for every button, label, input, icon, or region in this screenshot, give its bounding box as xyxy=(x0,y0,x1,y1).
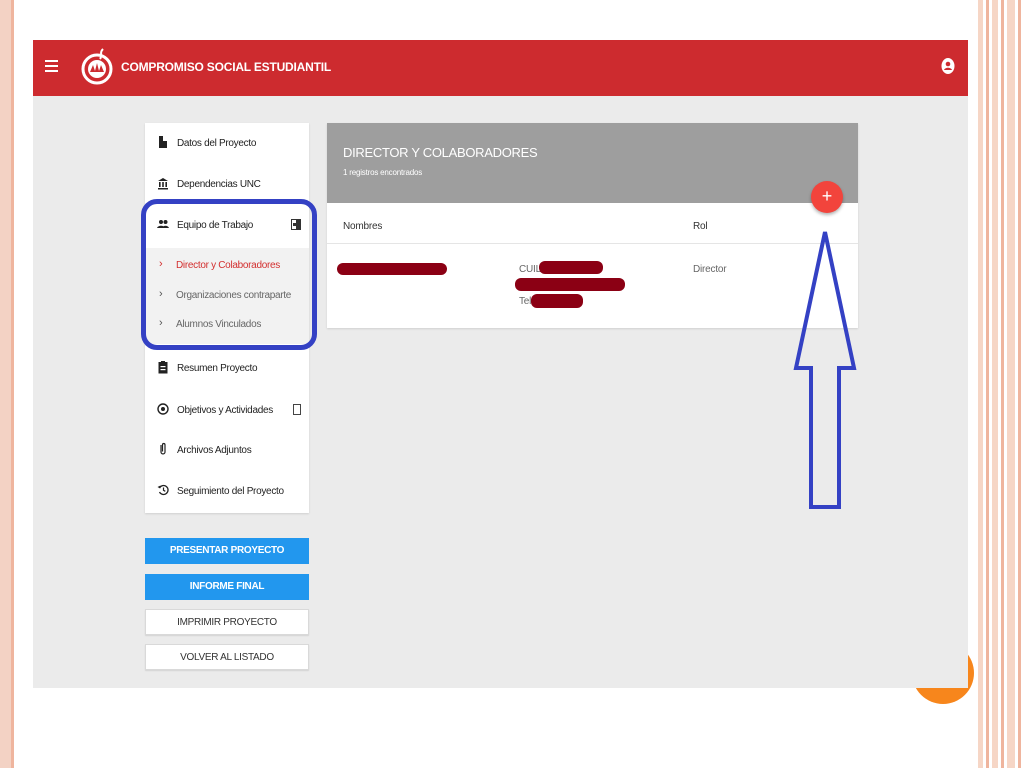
imprimir-proyecto-button[interactable]: IMPRIMIR PROYECTO xyxy=(145,609,309,635)
records-count: 1 registros encontrados xyxy=(343,168,423,177)
sidebar-item-label: Dependencias UNC xyxy=(177,179,261,190)
document-icon xyxy=(159,136,167,148)
chevron-right-icon: › xyxy=(159,258,163,270)
redacted-cuil xyxy=(539,261,603,274)
history-icon xyxy=(157,484,169,496)
sidebar-item-label: Seguimiento del Proyecto xyxy=(177,486,284,497)
paperclip-icon xyxy=(160,442,166,455)
sidebar-item-label: Objetivos y Actividades xyxy=(177,405,273,416)
header-divider xyxy=(327,243,858,244)
app-title: COMPROMISO SOCIAL ESTUDIANTIL xyxy=(121,60,331,74)
sidebar-item-datos-proyecto[interactable]: Datos del Proyecto xyxy=(145,125,309,163)
redacted-name xyxy=(337,263,447,275)
slide-left-decoration xyxy=(0,0,14,768)
institution-icon xyxy=(158,178,168,190)
volver-listado-button[interactable]: VOLVER AL LISTADO xyxy=(145,644,309,670)
collapse-section-icon[interactable] xyxy=(291,219,301,230)
director-colaboradores-card: DIRECTOR Y COLABORADORES 1 registros enc… xyxy=(327,123,858,328)
subitem-label: Organizaciones contraparte xyxy=(176,290,292,301)
card-header: DIRECTOR Y COLABORADORES 1 registros enc… xyxy=(327,123,858,203)
subitem-alumnos-vinculados[interactable]: › Alumnos Vinculados xyxy=(145,310,309,338)
presentar-proyecto-button[interactable]: PRESENTAR PROYECTO xyxy=(145,538,309,564)
informe-final-button[interactable]: INFORME FINAL xyxy=(145,574,309,600)
hamburger-menu-icon[interactable] xyxy=(45,60,58,72)
sidebar-item-label: Equipo de Trabajo xyxy=(177,220,254,231)
column-header-rol: Rol xyxy=(693,221,708,232)
rol-value: Director xyxy=(693,264,727,275)
placeholder-box-icon xyxy=(293,404,301,415)
chevron-right-icon: › xyxy=(159,288,163,300)
add-collaborator-button[interactable]: + xyxy=(811,181,843,213)
sidebar-item-dependencias[interactable]: Dependencias UNC xyxy=(145,166,309,204)
subitem-organizaciones-contraparte[interactable]: › Organizaciones contraparte xyxy=(145,281,309,309)
card-title: DIRECTOR Y COLABORADORES xyxy=(343,145,538,160)
project-sidebar: Datos del Proyecto Dependencias UNC Equi… xyxy=(145,123,309,513)
logo-icon xyxy=(81,48,113,85)
sidebar-item-label: Datos del Proyecto xyxy=(177,138,257,149)
app-screenshot: COMPROMISO SOCIAL ESTUDIANTIL Datos del … xyxy=(33,40,968,688)
clipboard-icon xyxy=(158,361,168,374)
sidebar-item-label: Archivos Adjuntos xyxy=(177,445,252,456)
sidebar-item-seguimiento[interactable]: Seguimiento del Proyecto xyxy=(145,473,309,511)
chevron-right-icon: › xyxy=(159,317,163,329)
target-icon xyxy=(157,403,169,415)
sidebar-item-label: Resumen Proyecto xyxy=(177,363,258,374)
top-app-bar: COMPROMISO SOCIAL ESTUDIANTIL xyxy=(33,40,968,96)
people-icon xyxy=(157,220,169,228)
sidebar-item-resumen-proyecto[interactable]: Resumen Proyecto xyxy=(145,350,309,388)
slide-right-decoration xyxy=(978,0,1024,768)
subitem-label: Director y Colaboradores xyxy=(176,260,280,271)
subitem-director-colaboradores[interactable]: › Director y Colaboradores xyxy=(145,251,309,279)
equipo-subitems: › Director y Colaboradores › Organizacio… xyxy=(145,248,309,344)
sidebar-item-objetivos-actividades[interactable]: Objetivos y Actividades xyxy=(145,392,309,430)
sidebar-item-archivos-adjuntos[interactable]: Archivos Adjuntos xyxy=(145,432,309,470)
redacted-email xyxy=(515,278,625,291)
redacted-phone xyxy=(531,294,583,308)
subitem-label: Alumnos Vinculados xyxy=(176,319,262,330)
user-account-icon[interactable] xyxy=(940,57,956,75)
sidebar-item-equipo-trabajo[interactable]: Equipo de Trabajo xyxy=(145,207,309,245)
column-header-nombres: Nombres xyxy=(343,221,383,232)
